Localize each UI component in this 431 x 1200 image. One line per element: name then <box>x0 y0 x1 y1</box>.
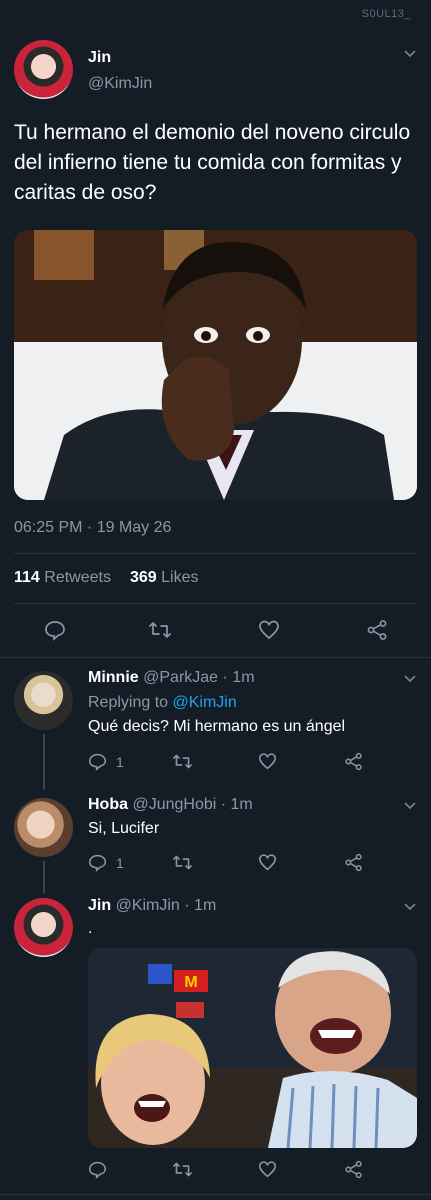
likes-stat[interactable]: 369 Likes <box>130 569 199 587</box>
chevron-down-icon[interactable] <box>403 899 417 918</box>
reply-time: · 1m <box>220 796 253 813</box>
author-name[interactable]: Jin <box>88 49 111 67</box>
avatar[interactable] <box>14 40 73 99</box>
replying-to: Replying to @KimJin <box>88 694 237 712</box>
author-handle[interactable]: @ParkJae <box>143 669 218 686</box>
author-name[interactable]: Hoba <box>88 796 128 813</box>
reply-button[interactable]: 1 <box>88 853 124 872</box>
retweets-count: 114 <box>14 569 40 586</box>
reply-text: Si, Lucifer <box>88 820 160 837</box>
reply-icon[interactable] <box>88 1160 107 1184</box>
reply-header: Minnie @ParkJae · 1m <box>88 669 255 687</box>
like-icon[interactable] <box>258 853 277 877</box>
share-icon[interactable] <box>344 1160 363 1184</box>
share-icon[interactable] <box>344 752 363 776</box>
avatar[interactable] <box>14 898 73 957</box>
tweet-photo[interactable] <box>14 230 417 500</box>
reply-count: 1 <box>116 854 124 871</box>
author-name[interactable]: Jin <box>88 897 111 914</box>
divider <box>14 553 417 554</box>
retweets-stat[interactable]: 114 Retweets <box>14 569 111 587</box>
likes-count: 369 <box>130 569 157 586</box>
reply-count: 1 <box>116 753 124 770</box>
author-handle[interactable]: @KimJin <box>116 897 180 914</box>
divider <box>14 603 417 604</box>
retweet-icon[interactable] <box>172 1160 193 1184</box>
reply-text: . <box>88 920 93 937</box>
reply-icon <box>88 753 107 771</box>
reply-text: Qué decis? Mi hermano es un ángel <box>88 718 346 735</box>
reply-icon <box>88 854 107 872</box>
retweets-label: Retweets <box>44 569 111 586</box>
reply-header: Hoba @JungHobi · 1m <box>88 796 253 814</box>
reply-photo[interactable]: M <box>88 948 417 1148</box>
share-icon[interactable] <box>366 619 388 641</box>
like-icon[interactable] <box>258 752 277 776</box>
divider <box>0 1194 431 1195</box>
like-icon[interactable] <box>258 619 280 641</box>
thread-line <box>43 734 45 790</box>
divider <box>0 657 431 658</box>
chevron-down-icon[interactable] <box>403 798 417 817</box>
replying-to-link[interactable]: @KimJin <box>173 694 237 711</box>
likes-label: Likes <box>161 569 199 586</box>
chevron-down-icon[interactable] <box>403 671 417 690</box>
like-icon[interactable] <box>258 1160 277 1184</box>
retweet-icon[interactable] <box>172 853 193 877</box>
reply-header: Jin @KimJin · 1m <box>88 897 216 915</box>
author-handle[interactable]: @KimJin <box>88 75 152 93</box>
reply-time: · 1m <box>222 669 255 686</box>
replying-to-label: Replying to <box>88 694 169 711</box>
share-icon[interactable] <box>344 853 363 877</box>
retweet-icon[interactable] <box>172 752 193 776</box>
watermark: S0UL13_ <box>361 8 411 20</box>
thread-line <box>43 861 45 893</box>
sign-m: M <box>184 974 197 991</box>
reply-icon[interactable] <box>44 619 66 641</box>
author-name[interactable]: Minnie <box>88 669 139 686</box>
tweet-timestamp: 06:25 PM · 19 May 26 <box>14 519 172 536</box>
author-handle[interactable]: @JungHobi <box>132 796 216 813</box>
reply-time: · 1m <box>184 897 217 914</box>
retweet-icon[interactable] <box>148 619 172 641</box>
avatar[interactable] <box>14 798 73 857</box>
avatar[interactable] <box>14 671 73 730</box>
tweet-text: Tu hermano el demonio del noveno circulo… <box>14 121 411 204</box>
chevron-down-icon[interactable] <box>403 46 417 63</box>
reply-button[interactable]: 1 <box>88 752 124 771</box>
